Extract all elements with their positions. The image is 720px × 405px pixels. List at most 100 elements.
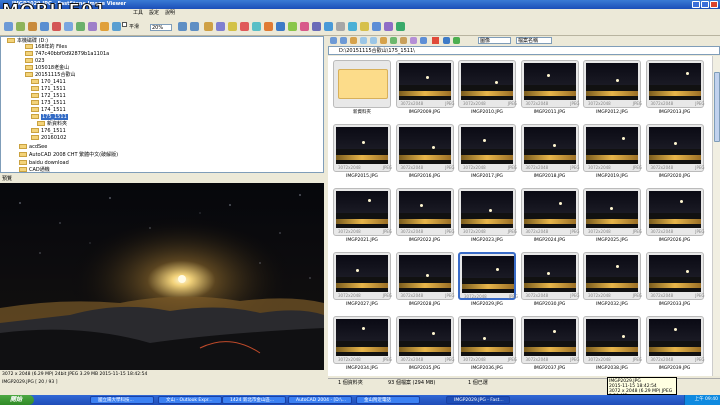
scrollbar-thumb[interactable]: [714, 72, 720, 142]
image-thumbnail[interactable]: 3072x2048 JPEG IMGP2037.JPG: [519, 314, 581, 376]
settings-icon[interactable]: [312, 22, 321, 31]
image-thumbnail[interactable]: 3072x2048 JPEG IMGP2024.JPG: [519, 186, 581, 250]
email-icon[interactable]: [40, 22, 49, 31]
refresh-icon[interactable]: [288, 22, 297, 31]
map-icon[interactable]: [453, 37, 460, 44]
close-button[interactable]: [710, 1, 718, 8]
rotate-right-icon[interactable]: [190, 22, 199, 31]
image-thumbnail[interactable]: 3072x2048 JPEG IMGP2009.JPG: [394, 58, 456, 122]
image-thumbnail[interactable]: 3072x2048 JPEG IMGP2013.JPG: [644, 58, 706, 122]
address-bar[interactable]: D:\20151115合歡山\175_1511\: [328, 46, 720, 55]
taskbar-button[interactable]: 金山附近電話: [356, 396, 420, 404]
tree-item[interactable]: 176_1511: [31, 128, 66, 135]
image-thumbnail[interactable]: 3072x2048 JPEG IMGP2010.JPG: [456, 58, 518, 122]
zoom-select[interactable]: 20%: [150, 24, 172, 31]
compare-icon[interactable]: [64, 22, 73, 31]
tree-item[interactable]: 新資料夾: [37, 121, 67, 128]
image-thumbnail[interactable]: 3072x2048 JPEG IMGP2012.JPG: [581, 58, 643, 122]
tree-item[interactable]: 023: [25, 58, 45, 65]
image-thumbnail[interactable]: 3072x2048 JPEG IMGP2019.JPG: [581, 122, 643, 186]
tree-item[interactable]: acdSee: [19, 144, 47, 151]
vertical-scrollbar[interactable]: [712, 56, 720, 376]
tree-item[interactable]: baidu download: [19, 160, 69, 167]
taskbar-button[interactable]: AutoCAD 2004 - [D:\...: [288, 396, 352, 404]
maximize-button[interactable]: [701, 1, 709, 8]
taskbar-button[interactable]: 國立陽大學科技...: [90, 396, 154, 404]
tree-item[interactable]: 168年的 Files: [25, 44, 67, 51]
info-icon[interactable]: [276, 22, 285, 31]
folder-up-icon[interactable]: [350, 37, 357, 44]
open-icon[interactable]: [4, 22, 13, 31]
image-thumbnail[interactable]: 3072x2048 JPEG IMGP2030.JPG: [519, 250, 581, 314]
image-thumbnail[interactable]: 3072x2048 JPEG IMGP2039.JPG: [644, 314, 706, 376]
tree-item[interactable]: CAD通機: [19, 167, 50, 172]
image-thumbnail[interactable]: 3072x2048 JPEG IMGP2027.JPG: [331, 250, 393, 314]
image-thumbnail[interactable]: 3072x2048 JPEG IMGP2032.JPG: [581, 250, 643, 314]
forward-icon[interactable]: [340, 37, 347, 44]
tree-item[interactable]: 174_1511: [31, 107, 66, 114]
batch-icon[interactable]: [300, 22, 309, 31]
resize-icon[interactable]: [216, 22, 225, 31]
save-icon[interactable]: [28, 22, 37, 31]
menu-tools[interactable]: 工具: [133, 9, 143, 18]
tree-item[interactable]: 170_1411: [31, 79, 66, 86]
copy-icon[interactable]: [420, 37, 427, 44]
zoom-in-icon[interactable]: [112, 22, 121, 31]
image-thumbnail[interactable]: 3072x2048 JPEG IMGP2016.JPG: [394, 122, 456, 186]
tree-item[interactable]: 105018老金山: [25, 65, 69, 72]
image-thumbnail[interactable]: 3072x2048 JPEG IMGP2021.JPG: [331, 186, 393, 250]
menu-help[interactable]: 說明: [165, 9, 175, 18]
adjust-icon[interactable]: [228, 22, 237, 31]
delete-icon[interactable]: [432, 37, 439, 44]
image-thumbnail[interactable]: 3072x2048 JPEG IMGP2035.JPG: [394, 314, 456, 376]
image-thumbnail[interactable]: 3072x2048 JPEG IMGP2011.JPG: [519, 58, 581, 122]
crop-icon[interactable]: [204, 22, 213, 31]
tree-item[interactable]: AutoCAD 2008 CHT 繁體中文(破解版): [19, 152, 118, 159]
minimize-button[interactable]: [692, 1, 700, 8]
color-icon[interactable]: [252, 22, 261, 31]
image-thumbnail[interactable]: 3072x2048 JPEG IMGP2034.JPG: [331, 314, 393, 376]
tree-item[interactable]: 20160102: [31, 135, 66, 142]
taskbar-button[interactable]: 1424 新北市金山區...: [222, 396, 286, 404]
tree-item[interactable]: 172_1511: [31, 93, 66, 100]
image-thumbnail[interactable]: 3072x2048 JPEG IMGP2028.JPG: [394, 250, 456, 314]
image-thumbnail[interactable]: 3072x2048 JPEG IMGP2033.JPG: [644, 250, 706, 314]
image-thumbnail[interactable]: 3072x2048 JPEG IMGP2017.JPG: [456, 122, 518, 186]
help-icon[interactable]: [324, 22, 333, 31]
image-thumbnail[interactable]: 3072x2048 JPEG IMGP2026.JPG: [644, 186, 706, 250]
image-thumbnail[interactable]: 3072x2048 JPEG IMGP2038.JPG: [581, 314, 643, 376]
effects-icon[interactable]: [264, 22, 273, 31]
image-thumbnail[interactable]: 3072x2048 JPEG IMGP2029.JPG: [456, 250, 518, 314]
taskbar-button[interactable]: IMGP2029.JPG - Fast...: [446, 396, 510, 404]
preview-image[interactable]: [0, 183, 324, 370]
tag-icon[interactable]: [400, 37, 407, 44]
tree-item[interactable]: 171_1511: [31, 86, 66, 93]
image-thumbnail[interactable]: 3072x2048 JPEG IMGP2015.JPG: [331, 122, 393, 186]
rotate-left-icon[interactable]: [178, 22, 187, 31]
view-mode-select[interactable]: 圖像: [478, 37, 511, 44]
image-thumbnail[interactable]: 3072x2048 JPEG IMGP2020.JPG: [644, 122, 706, 186]
tree-item[interactable]: 175_1511: [31, 114, 68, 121]
start-button[interactable]: 開始: [0, 395, 34, 405]
image-thumbnail[interactable]: 3072x2048 JPEG IMGP2018.JPG: [519, 122, 581, 186]
move-to-icon[interactable]: [370, 37, 377, 44]
thumbnail-icon[interactable]: [100, 22, 109, 31]
new-folder-icon[interactable]: [380, 37, 387, 44]
slideshow-icon[interactable]: [76, 22, 85, 31]
tree-item[interactable]: 20151115合歡山: [25, 72, 75, 79]
image-thumbnail[interactable]: 3072x2048 JPEG IMGP2036.JPG: [456, 314, 518, 376]
fullscreen-icon[interactable]: [88, 22, 97, 31]
menu-settings[interactable]: 設定: [149, 9, 159, 18]
image-thumbnail[interactable]: 3072x2048 JPEG IMGP2023.JPG: [456, 186, 518, 250]
contact-sheet-icon[interactable]: [336, 22, 345, 31]
image-thumbnail[interactable]: 3072x2048 JPEG IMGP2025.JPG: [581, 186, 643, 250]
exit-icon[interactable]: [396, 22, 405, 31]
browse-icon[interactable]: [372, 22, 381, 31]
sort-select[interactable]: 檔案名稱: [516, 37, 552, 44]
red-eye-icon[interactable]: [240, 22, 249, 31]
folder-thumbnail[interactable]: 新資料夾: [331, 58, 393, 122]
back-icon[interactable]: [330, 37, 337, 44]
image-thumbnail[interactable]: 3072x2048 JPEG IMGP2022.JPG: [394, 186, 456, 250]
tree-item[interactable]: 747c40bbf0d92879b1a1101a: [25, 51, 109, 58]
rotate-icon[interactable]: [443, 37, 450, 44]
